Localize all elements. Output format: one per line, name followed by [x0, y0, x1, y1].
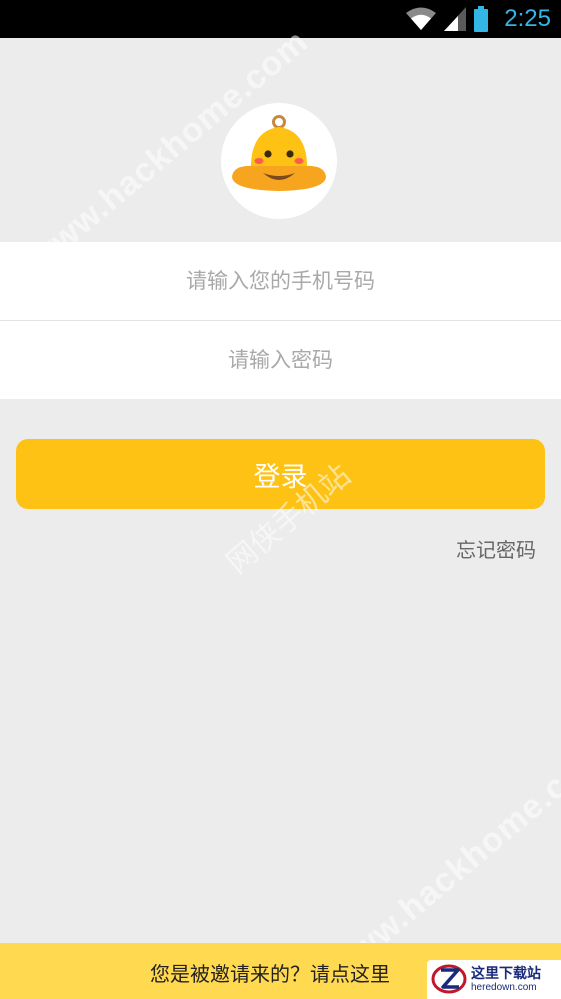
login-button[interactable]: 登录	[16, 439, 545, 509]
password-field	[0, 321, 561, 399]
corner-logo: 这里下载站 heredown.com	[427, 960, 561, 999]
bell-mascot-icon	[221, 103, 337, 219]
signal-icon	[444, 7, 467, 31]
z-logo-icon	[431, 962, 467, 998]
corner-logo-text: 这里下载站 heredown.com	[471, 967, 541, 993]
phone-input[interactable]	[0, 242, 561, 320]
corner-logo-sub: heredown.com	[471, 981, 537, 993]
wifi-icon	[406, 7, 437, 31]
battery-icon	[474, 6, 489, 32]
invite-label: 您是被邀请来的？请点这里	[150, 962, 390, 986]
corner-logo-title: 这里下载站	[471, 965, 541, 982]
status-bar: 2:25	[0, 0, 561, 38]
status-time: 2:25	[504, 5, 551, 32]
phone-field	[0, 242, 561, 320]
status-icons: 2:25	[406, 0, 551, 38]
password-input[interactable]	[0, 321, 561, 399]
avatar	[221, 103, 337, 219]
forgot-password-link[interactable]: 忘记密码	[456, 534, 536, 563]
